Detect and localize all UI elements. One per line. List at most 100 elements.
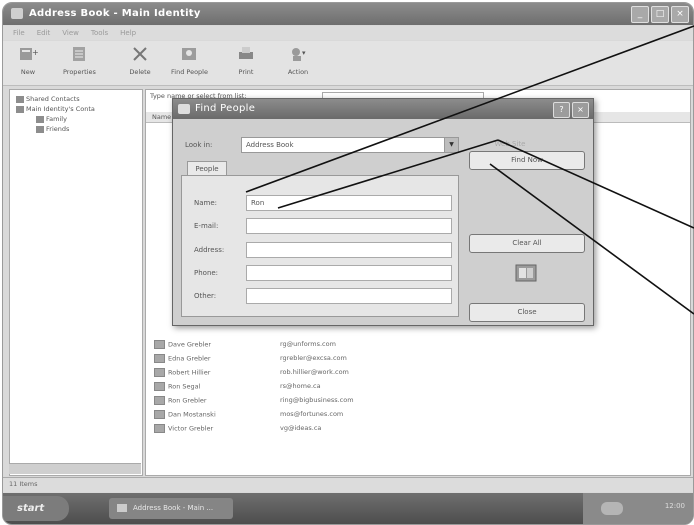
look-in-label: Look in:: [185, 141, 213, 149]
menu-file[interactable]: File: [13, 26, 25, 40]
address-label: Address:: [194, 246, 225, 254]
dialog-title: Find People: [195, 103, 256, 114]
tree-item-main-identity[interactable]: Main Identity's Conta: [16, 105, 95, 113]
list-item[interactable]: Dave Grebler: [154, 340, 211, 349]
menu-edit[interactable]: Edit: [37, 26, 51, 40]
toolbar-new-label: New: [20, 68, 36, 76]
phone-field[interactable]: [246, 265, 452, 281]
tab-people[interactable]: People: [187, 161, 227, 176]
contact-email: mos@fortunes.com: [280, 410, 344, 418]
taskbar: start Address Book - Main ... 12:00: [3, 493, 693, 524]
new-contact-icon: +: [20, 48, 39, 60]
contact-card-icon: [154, 382, 165, 391]
menu-help[interactable]: Help: [120, 26, 136, 40]
contact-name: Dan Mostanski: [168, 410, 216, 419]
list-item[interactable]: Robert Hillier: [154, 368, 210, 377]
contact-card-icon: [154, 368, 165, 377]
other-label: Other:: [194, 292, 217, 300]
taskbar-address-book-button[interactable]: Address Book - Main ...: [109, 498, 233, 519]
toolbar-properties-label: Properties: [63, 68, 96, 76]
other-field[interactable]: [246, 288, 452, 304]
look-in-value: Address Book: [246, 141, 294, 149]
email-field[interactable]: [246, 218, 452, 234]
column-name[interactable]: Name: [152, 113, 171, 121]
action-icon: ▾: [292, 48, 306, 61]
toolbar-print-label: Print: [238, 68, 254, 76]
find-now-button[interactable]: Find Now: [469, 151, 585, 170]
contact-name: Dave Grebler: [168, 340, 212, 349]
chevron-down-icon[interactable]: ▼: [444, 138, 458, 152]
name-field[interactable]: Ron: [246, 195, 452, 211]
address-book-icon: [515, 264, 537, 282]
tree-item-label: Friends: [46, 125, 70, 133]
close-button[interactable]: ×: [671, 6, 689, 23]
window-title: Address Book - Main Identity: [29, 8, 201, 19]
toolbar-find-people-label: Find People: [171, 68, 208, 76]
contact-email: ring@bigbusiness.com: [280, 396, 354, 404]
folder-icon: [16, 95, 24, 103]
list-item[interactable]: Edna Grebler: [154, 354, 211, 363]
contact-card-icon: [154, 396, 165, 405]
clock: 12:00: [664, 502, 685, 510]
address-book-icon: [11, 8, 23, 19]
toolbar-properties-button[interactable]: Properties: [63, 45, 96, 76]
window-titlebar[interactable]: Address Book - Main Identity _ □ ×: [3, 3, 693, 25]
dialog-titlebar[interactable]: Find People ? ×: [173, 99, 593, 119]
phone-label: Phone:: [194, 269, 219, 277]
address-field[interactable]: [246, 242, 452, 258]
contact-email: rg@unforms.com: [280, 340, 336, 348]
svg-text:+: +: [32, 48, 39, 57]
toolbar-find-people-button[interactable]: Find People: [171, 45, 208, 76]
email-label: E-mail:: [194, 222, 219, 230]
toolbar: + New Properties Delete Find People Prin…: [3, 41, 693, 86]
toolbar-delete-label: Delete: [129, 68, 151, 76]
people-panel: Name: Ron E-mail: Address: Phone: Other:: [181, 175, 459, 317]
menu-bar: File Edit View Tools Help: [3, 26, 693, 40]
contact-name: Ron Grebler: [168, 396, 207, 405]
tree-item-shared-contacts[interactable]: Shared Contacts: [16, 95, 80, 103]
contact-name: Robert Hillier: [168, 368, 211, 377]
toolbar-print-button[interactable]: Print: [235, 45, 257, 76]
list-item[interactable]: Ron Segal: [154, 382, 200, 391]
dialog-close-action-button[interactable]: Close: [469, 303, 585, 322]
tree-item-family[interactable]: Family: [36, 115, 67, 123]
toolbar-new-button[interactable]: + New: [17, 45, 39, 76]
menu-view[interactable]: View: [62, 26, 79, 40]
minimize-button[interactable]: _: [631, 6, 649, 23]
list-item[interactable]: Dan Mostanski: [154, 410, 216, 419]
maximize-button[interactable]: □: [651, 6, 669, 23]
start-button[interactable]: start: [3, 496, 69, 521]
dialog-help-button[interactable]: ?: [553, 102, 570, 118]
folder-tree-pane: Shared Contacts Main Identity's Conta Fa…: [9, 89, 143, 476]
dialog-close-button[interactable]: ×: [572, 102, 589, 118]
look-in-select[interactable]: Address Book ▼: [241, 137, 459, 153]
contact-email: rgrebler@excsa.com: [280, 354, 347, 362]
contact-name: Edna Grebler: [168, 354, 211, 363]
tree-horizontal-scrollbar[interactable]: [9, 463, 141, 474]
menu-tools[interactable]: Tools: [91, 26, 108, 40]
name-label: Name:: [194, 199, 218, 207]
list-item[interactable]: Ron Grebler: [154, 396, 207, 405]
toolbar-action-button[interactable]: ▾ Action: [287, 45, 309, 76]
contact-email: rs@home.ca: [280, 382, 321, 390]
group-icon: [36, 115, 44, 123]
contact-email: rob.hillier@work.com: [280, 368, 349, 376]
tree-item-label: Family: [46, 115, 67, 123]
tree-item-friends[interactable]: Friends: [36, 125, 69, 133]
toolbar-delete-button[interactable]: Delete: [129, 45, 151, 76]
svg-text:▾: ▾: [302, 49, 306, 57]
clear-all-button[interactable]: Clear All: [469, 234, 585, 253]
print-icon: [239, 47, 253, 59]
find-people-icon: [178, 104, 190, 114]
contact-email: vg@ideas.ca: [280, 424, 322, 432]
web-site-button: Web Site: [494, 140, 526, 148]
address-book-icon: [117, 504, 127, 512]
list-item[interactable]: Victor Grebler: [154, 424, 213, 433]
tree-item-label: Shared Contacts: [26, 95, 80, 103]
contact-card-icon: [154, 354, 165, 363]
toolbar-action-label: Action: [287, 68, 309, 76]
status-bar: 11 Items: [3, 477, 693, 492]
system-tray: 12:00: [583, 493, 693, 524]
tray-icon[interactable]: [601, 502, 623, 515]
find-people-icon: [182, 48, 197, 60]
